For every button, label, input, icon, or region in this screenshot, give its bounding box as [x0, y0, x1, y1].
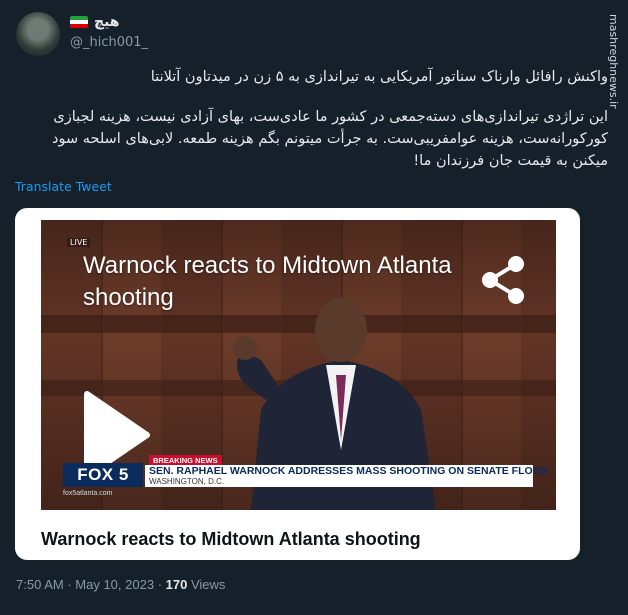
video-thumbnail[interactable]: LIVE Warnock reacts to Midtown Atlanta s… [41, 220, 556, 510]
tweet-time[interactable]: 7:50 AM [16, 577, 64, 592]
avatar[interactable] [16, 12, 60, 56]
iran-flag-icon [70, 16, 88, 28]
card-title[interactable]: Warnock reacts to Midtown Atlanta shooti… [41, 529, 421, 550]
watermark-side: mashreghnews.ir [606, 14, 622, 314]
author-handle[interactable]: @_hich001_ [70, 35, 148, 50]
tweet-line-1: واکنش رافائل وارناک سناتور آمریکایی به ت… [150, 69, 608, 85]
watermark-site-text: mashreghnews.ir [607, 14, 620, 109]
video-overlay-title: Warnock reacts to Midtown Atlanta shooti… [83, 252, 452, 311]
network-logo: FOX 5 [63, 463, 143, 487]
tweet-date[interactable]: May 10, 2023 [75, 577, 154, 592]
views-count: 170 [165, 577, 188, 592]
author-name-row: هیچ [70, 14, 120, 30]
tweet-text: واکنش رافائل وارناک سناتور آمریکایی به ت… [16, 66, 608, 190]
translate-tweet-link[interactable]: Translate Tweet [15, 179, 112, 194]
live-tag: LIVE [67, 238, 91, 247]
separator-2: · [157, 577, 166, 592]
news-location: WASHINGTON, D.C. [149, 477, 225, 486]
media-card[interactable]: LIVE Warnock reacts to Midtown Atlanta s… [15, 208, 580, 560]
network-site: fox5atlanta.com [63, 490, 113, 497]
views-label: Views [190, 577, 226, 592]
author-display-name[interactable]: هیچ [94, 14, 120, 30]
share-icon[interactable] [478, 252, 528, 308]
tweet-meta: 7:50 AM · May 10, 2023 · 170 Views [16, 577, 225, 592]
tweet-paragraph-2: این تراژدی تیراندازی‌های دسته‌جمعی در کش… [52, 109, 608, 169]
news-lower-third: BREAKING NEWS FOX 5 SEN. RAPHAEL WARNOCK… [63, 455, 548, 500]
